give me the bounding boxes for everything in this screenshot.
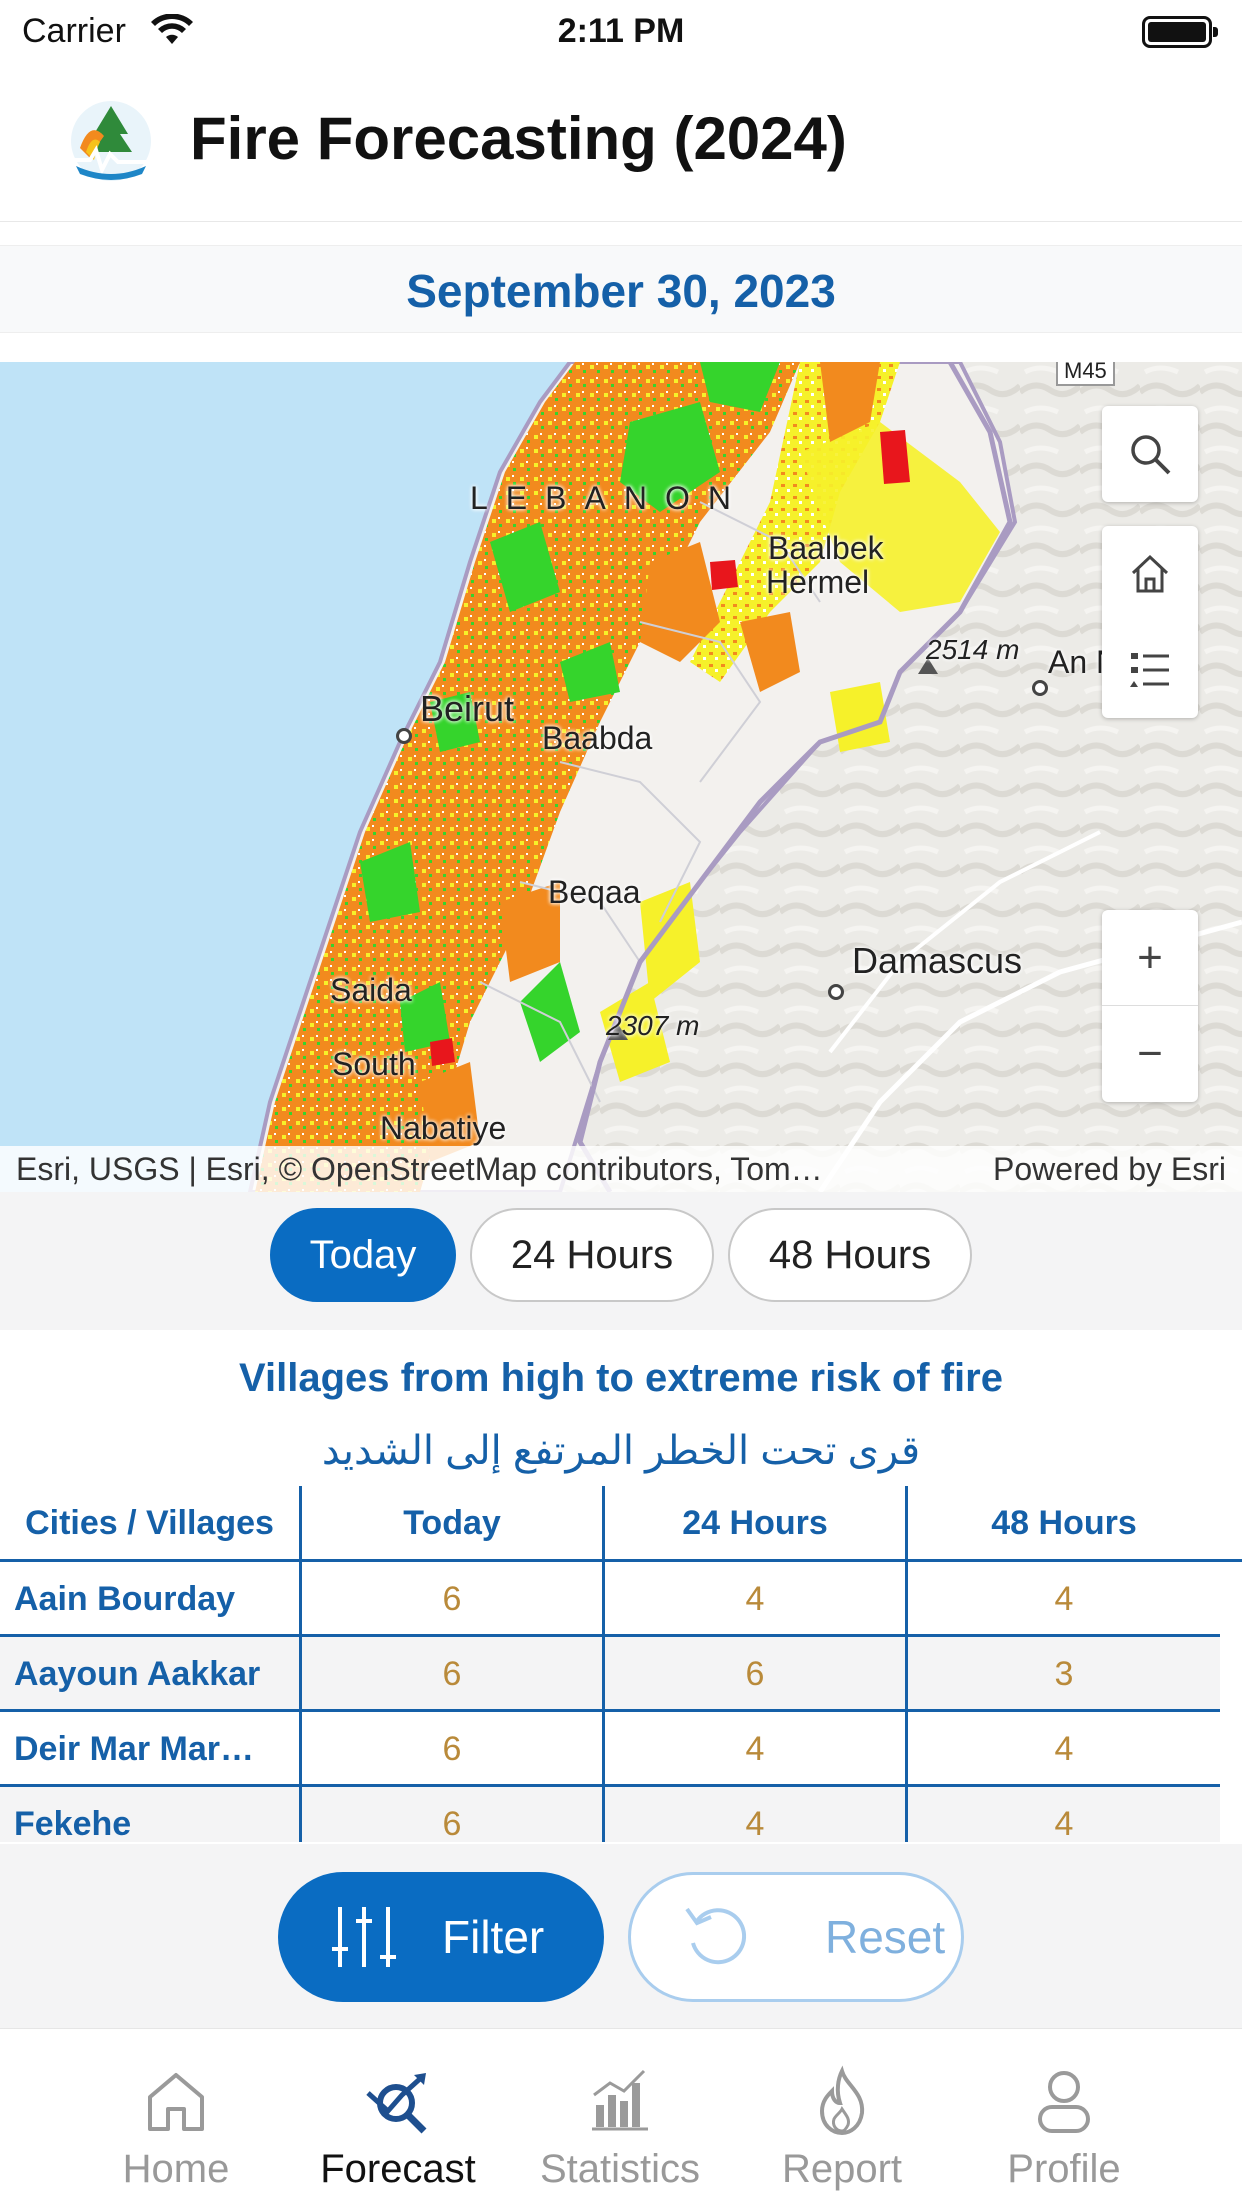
map-label-saida: Saida xyxy=(330,972,412,1008)
flame-icon xyxy=(819,2065,865,2136)
tab-profile[interactable]: Profile xyxy=(954,2029,1174,2208)
map-label-beqaa: Beqaa xyxy=(548,874,641,910)
table-row[interactable]: Fekehe 6 4 4 xyxy=(0,1787,1220,1842)
reset-button[interactable]: Reset xyxy=(628,1872,964,2002)
risk-48h: 4 xyxy=(1054,1730,1074,1768)
app-title: Fire Forecasting (2024) xyxy=(190,105,847,172)
table-row[interactable]: Deir Mar Mar… 6 4 4 xyxy=(0,1712,1220,1787)
map-dot-beirut xyxy=(396,728,412,744)
risk-map[interactable]: LEBANON Baalbek Hermel 2514 m An Nabk M4… xyxy=(0,362,1242,1192)
risk-24h: 4 xyxy=(605,1787,908,1842)
battery-icon xyxy=(1142,16,1218,48)
status-bar: Carrier 2:11 PM xyxy=(0,0,1242,62)
forecast-date: September 30, 2023 xyxy=(406,265,836,317)
map-label-hermel: Hermel xyxy=(766,564,870,600)
risk-24h: 4 xyxy=(605,1712,908,1787)
sliders-icon xyxy=(332,1907,396,1967)
map-search-group xyxy=(1102,406,1198,502)
risk-48h: 4 xyxy=(1054,1580,1074,1618)
tab-statistics[interactable]: Statistics xyxy=(510,2029,730,2208)
column-header-48h: 48 Hours xyxy=(991,1504,1137,1542)
risk-today: 6 xyxy=(302,1787,605,1842)
table-header-row: Cities / Villages Today 24 Hours 48 Hour… xyxy=(0,1486,1220,1561)
map-label-country: LEBANON xyxy=(470,480,749,516)
map-label-peak-2307: 2307 m xyxy=(606,1010,700,1041)
map-label-south: South xyxy=(332,1046,416,1082)
column-header-today: Today xyxy=(302,1486,605,1561)
filter-label: Filter xyxy=(442,1911,545,1963)
village-name: Fekehe xyxy=(0,1787,302,1842)
map-label-nabatiye: Nabatiye xyxy=(380,1110,507,1146)
village-name: Aain Bourday xyxy=(0,1562,302,1637)
map-dot-an-nabk xyxy=(1032,680,1048,696)
risk-today: 6 xyxy=(302,1637,605,1712)
column-header-cities: Cities / Villages xyxy=(0,1486,302,1561)
app-logo-icon xyxy=(71,101,151,181)
column-header-24h: 24 Hours xyxy=(605,1486,908,1561)
map-label-beirut: Beirut xyxy=(420,688,515,729)
risk-48h: 3 xyxy=(1054,1655,1074,1693)
table-row[interactable]: Aayoun Aakkar 6 6 3 xyxy=(0,1637,1220,1712)
risk-today: 6 xyxy=(302,1562,605,1637)
map-label-peak-2514: 2514 m xyxy=(926,634,1020,665)
search-icon xyxy=(1131,435,1171,475)
forecast-icon xyxy=(366,2073,427,2134)
segment-today[interactable]: Today xyxy=(270,1208,456,1302)
app-header: Fire Forecasting (2024) xyxy=(0,62,1242,222)
segment-48-hours[interactable]: 48 Hours xyxy=(728,1208,972,1302)
villages-title: Villages from high to extreme risk of fi… xyxy=(239,1356,1003,1400)
date-bar: September 30, 2023 xyxy=(0,245,1242,333)
tab-home-label: Home xyxy=(122,2147,230,2191)
village-name: Aayoun Aakkar xyxy=(0,1637,302,1712)
home-icon xyxy=(148,2073,204,2131)
map-label-highway: M45 xyxy=(1056,362,1115,386)
tab-home[interactable]: Home xyxy=(66,2029,286,2208)
risk-48h: 4 xyxy=(1054,1805,1074,1842)
segment-24-hours[interactable]: 24 Hours xyxy=(470,1208,714,1302)
map-label-baabda: Baabda xyxy=(542,720,653,756)
map-home-button[interactable] xyxy=(1102,526,1198,622)
villages-title-arabic: قرى تحت الخطر المرتفع إلى الشديد xyxy=(321,1429,921,1473)
action-bar: Filter Reset xyxy=(0,1844,1242,2028)
table-row[interactable]: Aain Bourday 6 4 4 xyxy=(0,1562,1220,1637)
map-search-button[interactable] xyxy=(1102,406,1198,502)
tab-bar: Home Forecast Statistics Report Profile xyxy=(0,2028,1242,2208)
tab-report-label: Report xyxy=(781,2147,903,2191)
tab-statistics-label: Statistics xyxy=(539,2147,701,2191)
map-label-baalbek: Baalbek xyxy=(768,530,884,566)
risk-24h: 6 xyxy=(605,1637,908,1712)
villages-table: Cities / Villages Today 24 Hours 48 Hour… xyxy=(0,1486,1242,1842)
tab-report[interactable]: Report xyxy=(732,2029,952,2208)
village-name: Deir Mar Mar… xyxy=(0,1712,302,1787)
tab-forecast-label: Forecast xyxy=(320,2147,476,2191)
home-icon xyxy=(1131,554,1169,593)
map-attribution-bar: Esri, USGS | Esri, © OpenStreetMap contr… xyxy=(0,1146,1242,1192)
reset-label: Reset xyxy=(825,1911,946,1963)
map-legend-button[interactable] xyxy=(1102,622,1198,718)
filter-button[interactable]: Filter xyxy=(278,1872,604,2002)
powered-by-esri[interactable]: Powered by Esri xyxy=(993,1151,1226,1188)
legend-list-icon xyxy=(1130,653,1169,687)
risk-24h: 4 xyxy=(605,1562,908,1637)
map-label-damascus: Damascus xyxy=(852,940,1023,981)
map-attribution[interactable]: Esri, USGS | Esri, © OpenStreetMap contr… xyxy=(16,1151,823,1188)
zoom-out-button[interactable]: − xyxy=(1102,1006,1198,1102)
reset-icon xyxy=(685,1907,747,1965)
tab-forecast[interactable]: Forecast xyxy=(288,2029,508,2208)
tab-profile-label: Profile xyxy=(1007,2147,1121,2191)
map-zoom-group: + − xyxy=(1102,910,1198,1102)
risk-today: 6 xyxy=(302,1712,605,1787)
clock: 2:11 PM xyxy=(557,12,685,50)
zoom-in-button[interactable]: + xyxy=(1102,910,1198,1006)
time-segment-control: Today 24 Hours 48 Hours xyxy=(0,1192,1242,1330)
map-dot-damascus xyxy=(828,984,844,1000)
statistics-icon xyxy=(592,2069,648,2131)
person-icon xyxy=(1038,2071,1090,2133)
map-tools-group xyxy=(1102,526,1198,718)
